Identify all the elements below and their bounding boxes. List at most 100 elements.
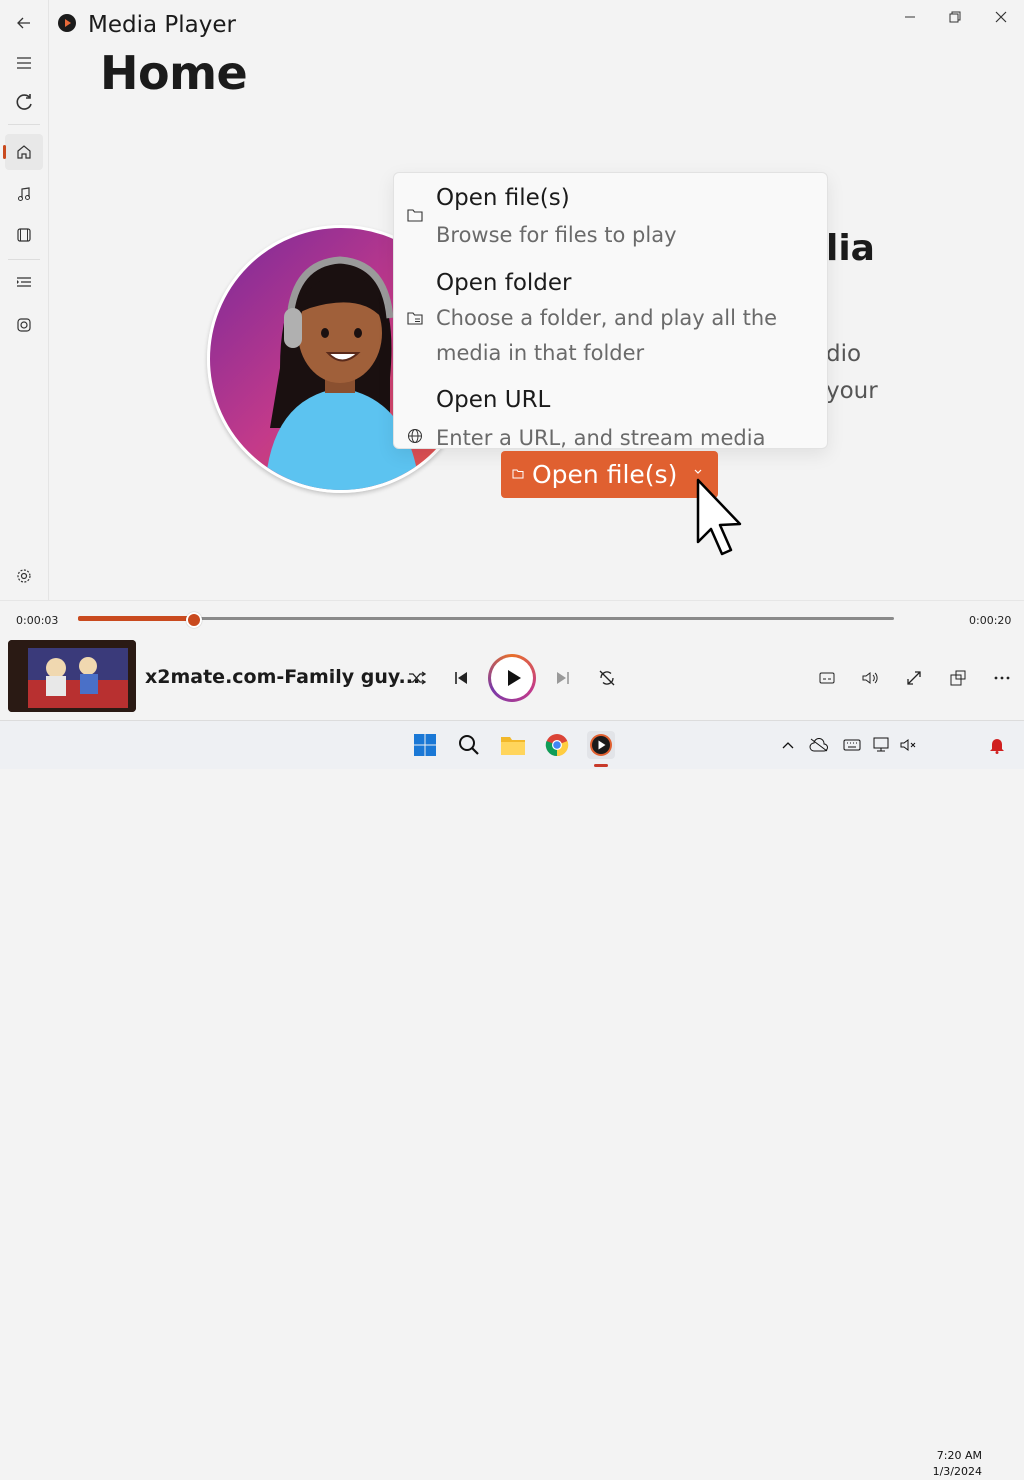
now-playing-title: x2mate.com-Family guy... (145, 666, 421, 688)
keyboard-button[interactable] (840, 731, 864, 759)
volume-button[interactable] (857, 666, 883, 690)
back-button[interactable] (5, 5, 43, 41)
sidebar-item-video[interactable] (5, 217, 43, 253)
media-player-icon (590, 734, 612, 756)
minimize-icon (905, 16, 915, 18)
sidebar-item-home[interactable] (3, 134, 43, 170)
queue-list-icon (17, 277, 31, 287)
restore-button[interactable] (940, 6, 970, 28)
close-button[interactable] (986, 6, 1016, 28)
hamburger-icon (17, 57, 31, 69)
menu-item-open-url[interactable]: Open URL Enter a URL, and stream media (394, 381, 827, 448)
home-icon (17, 145, 31, 159)
onedrive-button[interactable] (807, 731, 831, 759)
film-icon (17, 228, 31, 242)
clock-date: 1/3/2024 (932, 1465, 982, 1478)
folder-icon (512, 469, 524, 479)
cloud-off-icon (809, 738, 828, 752)
menu-item-description: Choose a folder, and play all the media … (436, 306, 778, 365)
menu-item-title: Open URL (436, 387, 551, 413)
refresh-icon (16, 94, 32, 110)
speaker-muted-icon (900, 739, 916, 751)
menu-item-description: Enter a URL, and stream media (436, 426, 766, 449)
sidebar-item-playlists[interactable] (5, 307, 43, 343)
video-thumbnail-image (8, 640, 136, 712)
active-app-indicator (594, 764, 608, 767)
menu-toggle-button[interactable] (5, 45, 43, 81)
full-screen-button[interactable] (901, 666, 927, 690)
chrome-button[interactable] (543, 731, 571, 759)
menu-item-open-folder[interactable]: Open folder Choose a folder, and play al… (394, 261, 827, 379)
ellipsis-icon (994, 676, 1010, 680)
music-note-icon (18, 187, 30, 201)
refresh-button[interactable] (5, 84, 43, 120)
shuffle-button[interactable] (404, 666, 430, 690)
volume-icon (862, 672, 878, 684)
media-player-taskbar-button[interactable] (587, 731, 615, 759)
mini-player-icon (950, 670, 966, 686)
gear-icon (17, 569, 31, 583)
sidebar-item-play-queue[interactable] (5, 264, 43, 300)
play-button[interactable] (488, 654, 536, 702)
folder-list-icon (407, 312, 423, 325)
page-title: Home (100, 46, 248, 100)
open-dropdown-menu: Open file(s) Browse for files to play Op… (393, 172, 828, 449)
media-player-logo-icon (58, 14, 76, 32)
minimize-button[interactable] (895, 6, 925, 28)
folder-icon (407, 209, 423, 222)
mouse-pointer-icon (696, 478, 742, 556)
chevron-down-icon[interactable] (693, 468, 703, 476)
file-explorer-button[interactable] (499, 731, 527, 759)
folder-icon (501, 737, 525, 755)
more-options-button[interactable] (989, 666, 1015, 690)
expand-icon (907, 671, 921, 685)
open-files-button-label: Open file(s) (532, 460, 678, 489)
restore-icon (949, 11, 961, 23)
captions-button[interactable] (814, 666, 840, 690)
bell-icon (990, 739, 1004, 754)
network-icon (873, 737, 889, 752)
previous-button[interactable] (448, 666, 474, 690)
open-files-button[interactable]: Open file(s) (501, 451, 718, 498)
welcome-heading-partial: lia (826, 228, 875, 269)
next-button[interactable] (550, 666, 576, 690)
search-button[interactable] (455, 731, 483, 759)
mini-player-button[interactable] (945, 666, 971, 690)
taskbar: 7:20 AM 1/3/2024 (0, 720, 1024, 1478)
back-arrow-icon (17, 17, 30, 29)
chevron-up-icon (782, 742, 794, 749)
elapsed-time: 0:00:03 (16, 614, 59, 627)
globe-icon (408, 429, 422, 443)
playlist-icon (17, 318, 31, 332)
start-button[interactable] (411, 731, 439, 759)
settings-button[interactable] (5, 558, 43, 594)
repeat-off-icon (599, 670, 615, 686)
system-clock[interactable]: 7:20 AM 1/3/2024 (926, 1448, 982, 1480)
total-duration: 0:00:20 (969, 614, 1012, 627)
volume-tray-button[interactable] (896, 731, 920, 759)
search-icon (459, 735, 479, 755)
menu-item-open-files[interactable]: Open file(s) Browse for files to play (394, 173, 827, 257)
media-player-window: Media Player Home lia dio your Open file… (0, 0, 1024, 721)
clock-time: 7:20 AM (936, 1449, 982, 1462)
sidebar-item-music[interactable] (5, 176, 43, 212)
sidebar-divider (8, 259, 40, 260)
shuffle-icon (409, 671, 426, 685)
menu-item-description: Browse for files to play (436, 223, 677, 247)
notifications-button[interactable] (986, 731, 1008, 759)
welcome-text-partial-2: your (826, 378, 878, 404)
close-icon (995, 11, 1007, 23)
menu-item-title: Open file(s) (436, 185, 570, 211)
window-title: Media Player (88, 12, 236, 38)
welcome-text-partial-1: dio (826, 341, 862, 367)
now-playing-thumbnail[interactable] (8, 640, 136, 712)
network-button[interactable] (870, 731, 894, 759)
show-hidden-icons-button[interactable] (778, 731, 798, 759)
skip-previous-icon (455, 672, 467, 684)
seek-bar-progress (78, 616, 193, 621)
nav-sidebar (0, 0, 49, 600)
keyboard-icon (843, 739, 861, 751)
seek-bar[interactable] (78, 612, 894, 628)
chrome-icon (545, 734, 569, 757)
repeat-button[interactable] (594, 666, 620, 690)
